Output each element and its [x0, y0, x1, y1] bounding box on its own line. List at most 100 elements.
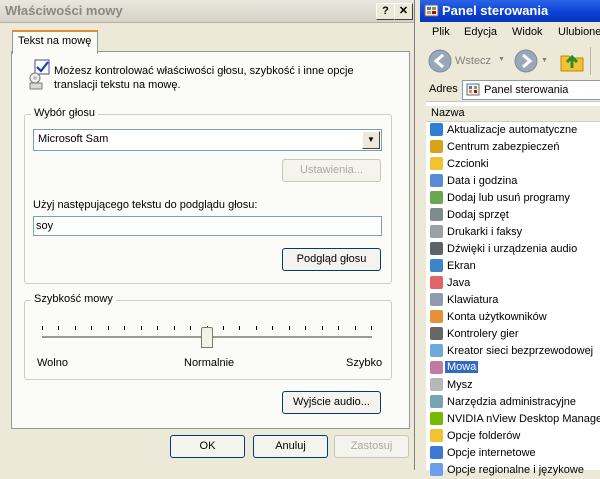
admin-tools-icon [430, 395, 443, 408]
control-panel-item-label: Centrum zabezpieczeń [447, 141, 560, 153]
control-panel-item[interactable]: Dodaj sprzęt [430, 207, 600, 224]
slider-tick [124, 326, 125, 330]
control-panel-item[interactable]: Data i godzina [430, 173, 600, 190]
control-panel-item[interactable]: Narzędzia administracyjne [430, 394, 600, 411]
dialog-title: Właściwości mowy [5, 3, 123, 18]
preview-voice-button[interactable]: Podgląd głosu [282, 248, 381, 271]
speed-min-label: Wolno [37, 357, 68, 369]
ok-button[interactable]: OK [170, 435, 245, 458]
control-panel-item-label: Opcje regionalne i językowe [447, 464, 584, 476]
back-dropdown-icon[interactable]: ▼ [498, 56, 505, 63]
hardware-icon [430, 208, 443, 221]
control-panel-item[interactable]: Czcionki [430, 156, 600, 173]
control-panel-item[interactable]: Opcje folderów [430, 428, 600, 445]
control-panel-title-bar[interactable]: Panel sterowania [420, 0, 600, 22]
back-arrow-icon [428, 49, 452, 73]
control-panel-item-label: Java [447, 277, 471, 289]
menu-favorites[interactable]: Ulubione [558, 26, 600, 38]
control-panel-item-label: Ekran [447, 260, 476, 272]
slider-tick [338, 326, 339, 330]
control-panel-item[interactable]: Mysz [430, 377, 600, 394]
slider-tick [157, 326, 158, 330]
control-panel-item-label: Czcionki [447, 158, 489, 170]
control-panel-item[interactable]: Opcje internetowe [430, 445, 600, 462]
back-button[interactable]: Wstecz ▼ [428, 49, 510, 73]
control-panel-item[interactable]: Aktualizacje automatyczne [430, 122, 600, 139]
slider-tick [355, 326, 356, 330]
control-panel-item-label: Kreator sieci bezprzewodowej [447, 345, 594, 357]
control-panel-item[interactable]: Klawiatura [430, 292, 600, 309]
cancel-button[interactable]: Anuluj [253, 435, 328, 458]
mouse-icon [430, 378, 443, 391]
menu-bar: Plik Edycja Widok Ulubione [420, 22, 600, 44]
control-panel-item-label: Data i godzina [447, 175, 518, 187]
apply-button[interactable]: Zastosuj [334, 435, 409, 458]
slider-tick [322, 326, 323, 330]
control-panel-item[interactable]: Konta użytkowników [430, 309, 600, 326]
address-label: Adres [429, 83, 458, 95]
preview-text-field[interactable] [33, 216, 382, 236]
slider-tick [239, 326, 240, 330]
control-panel-item[interactable]: Kontrolery gier [430, 326, 600, 343]
control-panel-item[interactable]: Java [430, 275, 600, 292]
folder-up-icon[interactable] [559, 48, 585, 74]
speed-mid-label: Normalnie [184, 357, 235, 369]
slider-tick [272, 326, 273, 330]
control-panel-item[interactable]: Mowa [430, 360, 600, 377]
tab-label: Tekst na mowę [18, 35, 92, 47]
close-button[interactable]: ✕ [394, 3, 413, 20]
control-panel-item[interactable]: Dodaj lub usuń programy [430, 190, 600, 207]
control-panel-item[interactable]: Centrum zabezpieczeń [430, 139, 600, 156]
users-icon [430, 310, 443, 323]
speech-icon [430, 361, 443, 374]
chevron-down-icon[interactable]: ▼ [362, 131, 380, 149]
menu-view[interactable]: Widok [512, 26, 543, 38]
forward-arrow-icon[interactable] [514, 49, 538, 73]
column-header-name[interactable]: Nazwa [426, 106, 600, 122]
control-panel-icon [466, 83, 480, 96]
forward-dropdown-icon[interactable]: ▼ [541, 57, 548, 64]
intro-text: Możesz kontrolować właściwości głosu, sz… [54, 65, 354, 91]
toolbar: Wstecz ▼ ▼ [420, 43, 600, 79]
tab-text-to-speech[interactable]: Tekst na mowę [12, 30, 98, 54]
address-value: Panel sterowania [484, 84, 569, 96]
slider-tick [42, 326, 43, 330]
control-panel-item[interactable]: Drukarki i faksy [430, 224, 600, 241]
menu-file[interactable]: Plik [432, 26, 450, 38]
slider-tick [91, 326, 92, 330]
control-panel-item[interactable]: Opcje regionalne i językowe [430, 462, 600, 479]
preview-label: Użyj następującego tekstu do podglądu gł… [33, 199, 258, 211]
speed-max-label: Szybko [346, 357, 383, 369]
settings-button[interactable]: Ustawienia... [282, 159, 381, 182]
control-panel-item[interactable]: Kreator sieci bezprzewodowej [430, 343, 600, 360]
control-panel-item-label: Konta użytkowników [447, 311, 547, 323]
slider-tick [289, 326, 290, 330]
slider-tick [174, 326, 175, 330]
control-panel-item-label: Klawiatura [447, 294, 499, 306]
address-field[interactable]: Panel sterowania [462, 80, 600, 100]
control-panel-title: Panel sterowania [442, 3, 549, 18]
control-panel-item[interactable]: NVIDIA nView Desktop Manager [430, 411, 600, 428]
back-label: Wstecz [455, 55, 492, 67]
control-panel-item[interactable]: Ekran [430, 258, 600, 275]
speed-group-label: Szybkość mowy [31, 293, 116, 305]
speaker-icon [430, 242, 443, 255]
voice-select-value: Microsoft Sam [38, 133, 109, 145]
help-button[interactable]: ? [376, 3, 395, 20]
slider-tick [190, 326, 191, 330]
voice-select[interactable]: Microsoft Sam ▼ [33, 129, 382, 151]
speed-slider-thumb[interactable] [201, 327, 213, 348]
preview-text-input[interactable] [36, 218, 376, 233]
control-panel-item-label: Kontrolery gier [447, 328, 519, 340]
control-panel-item[interactable]: Dźwięki i urządzenia audio [430, 241, 600, 258]
slider-tick [108, 326, 109, 330]
wireless-icon [430, 344, 443, 357]
voice-group-label: Wybór głosu [31, 107, 99, 119]
dialog-title-bar[interactable]: Właściwości mowy ? ✕ [0, 0, 414, 23]
control-panel-icon [424, 4, 439, 17]
audio-output-button[interactable]: Wyjście audio... [282, 391, 381, 414]
keyboard-icon [430, 293, 443, 306]
column-header-label: Nazwa [431, 107, 465, 119]
control-panel-items: Aktualizacje automatyczne Centrum zabezpi… [420, 122, 600, 476]
menu-edit[interactable]: Edycja [464, 26, 497, 38]
